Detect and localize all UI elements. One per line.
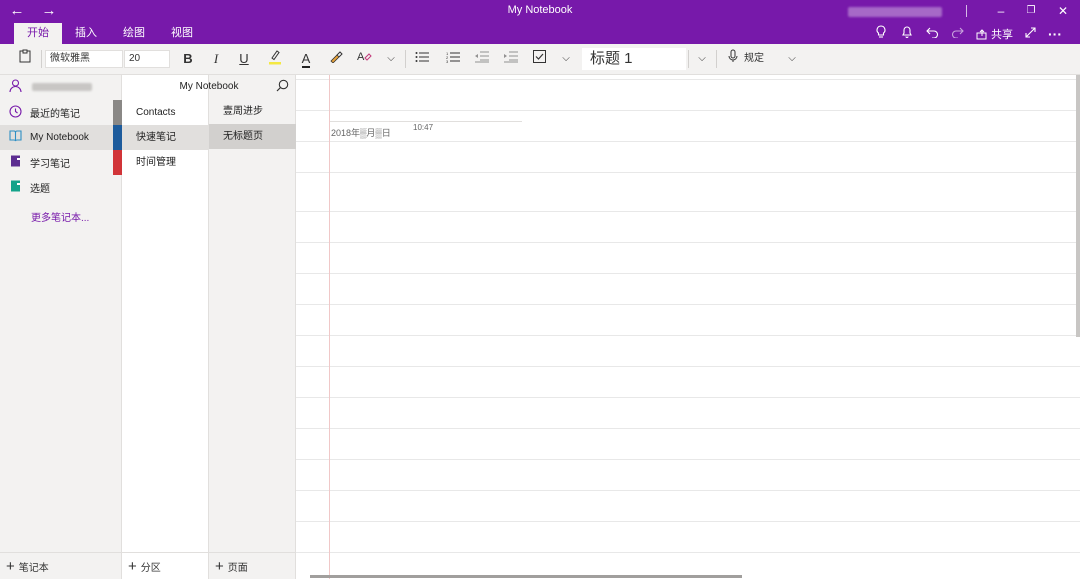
tab-view[interactable]: 视图 <box>158 23 206 44</box>
pages-pane: 壹周进步 无标题页 + 页面 <box>209 75 296 579</box>
paragraph-style-field[interactable]: 标题 1 <box>582 48 686 70</box>
title-bar: ← → My Notebook – ❐ ✕ 开始 插入 绘图 视图 共享 ··· <box>0 0 1080 44</box>
chevron-down-icon[interactable]: ⌵ <box>558 49 574 69</box>
toolbar-divider <box>405 50 406 68</box>
clear-formatting-icon[interactable]: A <box>354 49 374 69</box>
formatting-toolbar: 微软雅黑 20 B I U A A ⌵ 123 ⌵ 标题 1 ⌵ 规定 ⌵ <box>0 44 1080 75</box>
font-size-field[interactable]: 20 <box>124 50 170 68</box>
increase-indent-icon[interactable] <box>501 49 521 69</box>
undo-icon[interactable] <box>923 25 941 43</box>
add-notebook-button[interactable]: + 笔记本 <box>6 558 49 575</box>
notebook-label: My Notebook <box>30 132 89 143</box>
clock-icon <box>0 104 30 121</box>
toolbar-divider <box>716 50 717 68</box>
add-notebook-label: 笔记本 <box>18 563 49 574</box>
plus-icon: + <box>215 558 224 575</box>
page-margin-line <box>329 75 330 579</box>
ribbon-tabs: 开始 插入 绘图 视图 <box>14 23 206 44</box>
underline-button[interactable]: U <box>235 49 253 69</box>
notebook-title: My Notebook <box>179 81 239 92</box>
account-name-blurred[interactable] <box>848 7 942 17</box>
account-name-blurred <box>32 83 92 91</box>
notebook-label: 选题 <box>30 184 50 195</box>
chevron-down-icon[interactable]: ⌵ <box>383 49 399 69</box>
share-label: 共享 <box>991 29 1013 41</box>
fullscreen-icon[interactable] <box>1021 25 1039 43</box>
horizontal-scrollbar[interactable] <box>310 575 742 578</box>
tab-insert[interactable]: 插入 <box>62 23 110 44</box>
person-icon <box>9 79 22 96</box>
checkbox-icon[interactable] <box>529 49 549 69</box>
bell-icon[interactable] <box>898 25 916 43</box>
restore-button[interactable]: ❐ <box>1021 3 1041 19</box>
section-item-time-management[interactable]: 时间管理 <box>122 150 209 175</box>
page-item-weekly[interactable]: 壹周进步 <box>209 99 296 124</box>
page-time: 10:47 <box>413 123 434 132</box>
notebook-icon <box>0 155 30 170</box>
page-date: 2018年▒月▒日 <box>331 128 391 138</box>
back-arrow-icon[interactable]: ← <box>6 2 28 20</box>
tab-draw[interactable]: 绘图 <box>110 23 158 44</box>
highlighter-icon[interactable] <box>265 49 285 69</box>
account-row[interactable] <box>0 75 122 99</box>
note-canvas[interactable] <box>296 75 1080 579</box>
notebook-label: 学习笔记 <box>30 159 70 170</box>
add-section-button[interactable]: + 分区 <box>128 558 161 575</box>
search-icon[interactable] <box>276 79 289 95</box>
add-page-button[interactable]: + 页面 <box>215 558 248 575</box>
svg-text:A: A <box>357 51 365 63</box>
notebook-item-topics[interactable]: 选题 <box>0 175 122 200</box>
decrease-indent-icon[interactable] <box>472 49 492 69</box>
notebook-color-tab <box>113 100 122 125</box>
redo-icon[interactable] <box>948 25 966 43</box>
notebook-color-tab <box>113 150 122 175</box>
microphone-icon[interactable] <box>724 49 742 69</box>
tab-home[interactable]: 开始 <box>14 23 62 44</box>
share-button[interactable]: 共享 <box>976 26 1013 42</box>
minimize-button[interactable]: – <box>991 3 1011 19</box>
numbered-list-icon[interactable]: 123 <box>443 49 463 69</box>
notebooks-pane: 最近的笔记 My Notebook 学习笔记 选题 更多笔记本... + 笔记本 <box>0 75 122 579</box>
toolbar-divider <box>41 50 42 68</box>
sections-pane: Contacts 快速笔记 时间管理 + 分区 <box>122 75 209 579</box>
italic-button[interactable]: I <box>207 49 225 69</box>
more-notebooks-link[interactable]: 更多笔记本... <box>31 209 89 224</box>
titlebar-divider <box>966 5 967 17</box>
lightbulb-icon[interactable] <box>872 25 890 43</box>
style-chevron-down-icon[interactable]: ⌵ <box>694 49 710 69</box>
section-item-contacts[interactable]: Contacts <box>122 100 209 125</box>
format-painter-icon[interactable] <box>326 49 346 69</box>
share-icon <box>976 28 987 39</box>
vertical-scrollbar[interactable] <box>1076 75 1080 337</box>
add-section-label: 分区 <box>140 563 161 574</box>
bold-button[interactable]: B <box>179 49 197 69</box>
plus-icon: + <box>6 558 15 575</box>
notebook-label: 最近的笔记 <box>30 109 80 120</box>
page-title-underline[interactable] <box>330 121 522 122</box>
notebook-item-my-notebook[interactable]: My Notebook <box>0 125 122 150</box>
notebook-color-tab <box>113 125 122 150</box>
forward-arrow-icon[interactable]: → <box>38 2 60 20</box>
notebook-item-study[interactable]: 学习笔记 <box>0 150 122 175</box>
pane-footer-divider <box>0 552 296 553</box>
font-name-field[interactable]: 微软雅黑 <box>45 50 123 68</box>
plus-icon: + <box>128 558 137 575</box>
toolbar-divider <box>688 50 689 68</box>
close-button[interactable]: ✕ <box>1053 3 1073 19</box>
notebook-icon <box>0 180 30 195</box>
add-page-label: 页面 <box>227 563 248 574</box>
dictate-label[interactable]: 规定 <box>744 49 774 69</box>
svg-text:3: 3 <box>446 59 449 63</box>
more-options-icon[interactable]: ··· <box>1046 25 1064 43</box>
window-title: My Notebook <box>507 4 573 16</box>
clipboard-icon[interactable] <box>16 49 34 69</box>
notebook-item-recent[interactable]: 最近的笔记 <box>0 100 122 125</box>
bullet-list-icon[interactable] <box>412 49 432 69</box>
dictate-chevron-down-icon[interactable]: ⌵ <box>784 49 800 69</box>
font-color-letter: A <box>301 51 311 68</box>
section-item-quick-notes[interactable]: 快速笔记 <box>122 125 209 150</box>
book-icon <box>0 130 30 145</box>
page-item-untitled[interactable]: 无标题页 <box>209 124 296 149</box>
font-color-button[interactable]: A <box>296 49 316 69</box>
